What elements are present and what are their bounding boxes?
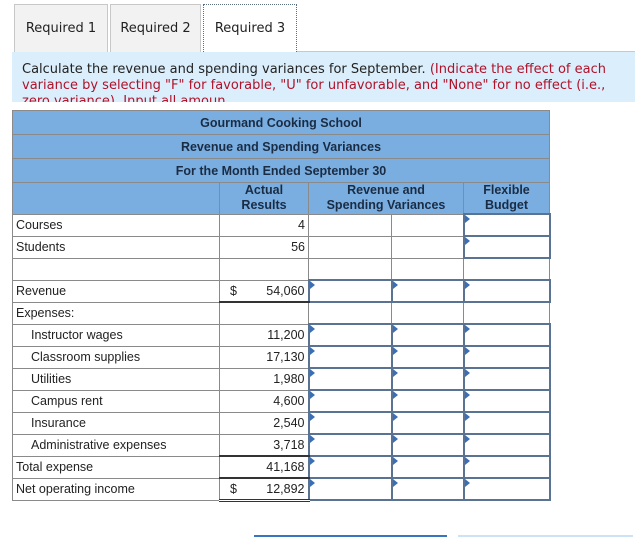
company-name: Gourmand Cooking School — [12, 110, 550, 135]
row-utilities: Utilities 1,980 — [12, 367, 551, 391]
net-operating-income-variance-effect-select[interactable] — [390, 477, 465, 501]
tab-required-2[interactable]: Required 2 — [110, 4, 201, 52]
variance-blank — [308, 235, 392, 259]
row-label: Net operating income — [12, 477, 220, 501]
actual-value: $12,892 — [219, 477, 309, 502]
row-students: Students 56 — [12, 235, 551, 259]
row-courses: Courses 4 — [12, 213, 551, 237]
label-column-header — [12, 182, 220, 215]
tab-required-3[interactable]: Required 3 — [203, 4, 297, 52]
variance-blank — [391, 235, 464, 259]
net-operating-income-variance-amount-input[interactable] — [307, 477, 393, 501]
administrative-expenses-budget-input[interactable] — [462, 433, 551, 457]
actual-value: 4 — [219, 213, 309, 237]
administrative-expenses-variance-amount-input[interactable] — [307, 433, 393, 457]
actual-value: 4,600 — [219, 389, 309, 413]
row-instructor-wages: Instructor wages 11,200 — [12, 323, 551, 347]
dollar-sign: $ — [230, 481, 237, 496]
instructions-panel: Calculate the revenue and spending varia… — [12, 52, 635, 102]
row-net-operating-income: Net operating income $12,892 — [12, 477, 551, 502]
utilities-budget-input[interactable] — [462, 367, 551, 391]
net-operating-income-budget-input[interactable] — [462, 477, 551, 501]
courses-budget-input[interactable] — [462, 213, 551, 237]
row-label: Students — [12, 235, 220, 259]
row-label: Campus rent — [12, 389, 220, 413]
variance-worksheet: Gourmand Cooking School Revenue and Spen… — [12, 110, 551, 502]
flexible-budget-header: Flexible Budget — [463, 182, 550, 215]
campus-rent-budget-input[interactable] — [462, 389, 551, 413]
variances-header: Revenue and Spending Variances — [308, 182, 464, 215]
utilities-variance-effect-select[interactable] — [390, 367, 465, 391]
classroom-supplies-budget-input[interactable] — [462, 345, 551, 369]
insurance-budget-input[interactable] — [462, 411, 551, 435]
campus-rent-variance-amount-input[interactable] — [307, 389, 393, 413]
row-label: Insurance — [12, 411, 220, 435]
total-expense-budget-input[interactable] — [462, 455, 551, 479]
total-expense-variance-effect-select[interactable] — [390, 455, 465, 479]
tab-bar: Required 1 Required 2 Required 3 — [14, 4, 299, 52]
total-expense-variance-amount-input[interactable] — [307, 455, 393, 479]
actual-value: 2,540 — [219, 411, 309, 435]
tab-required-1[interactable]: Required 1 — [14, 4, 108, 52]
insurance-variance-amount-input[interactable] — [307, 411, 393, 435]
actual-value: 1,980 — [219, 367, 309, 391]
actual-value: 3,718 — [219, 433, 309, 457]
campus-rent-variance-effect-select[interactable] — [390, 389, 465, 413]
row-label: Classroom supplies — [12, 345, 220, 369]
report-period: For the Month Ended September 30 — [12, 158, 550, 183]
row-label: Courses — [12, 213, 220, 237]
row-label: Utilities — [12, 367, 220, 391]
utilities-variance-amount-input[interactable] — [307, 367, 393, 391]
instructor-wages-variance-amount-input[interactable] — [307, 323, 393, 347]
row-expenses-heading: Expenses: — [12, 301, 550, 325]
classroom-supplies-variance-effect-select[interactable] — [390, 345, 465, 369]
variance-blank — [391, 213, 464, 237]
actual-value: 11,200 — [219, 323, 309, 347]
actual-value: $54,060 — [219, 279, 309, 303]
row-label: Expenses: — [12, 301, 220, 325]
instructions-text: Calculate the revenue and spending varia… — [22, 62, 426, 77]
row-label: Total expense — [12, 455, 220, 479]
instructor-wages-variance-effect-select[interactable] — [390, 323, 465, 347]
actual-value: 17,130 — [219, 345, 309, 369]
insurance-variance-effect-select[interactable] — [390, 411, 465, 435]
variance-blank — [308, 213, 392, 237]
report-title: Revenue and Spending Variances — [12, 134, 550, 159]
actual-value: 41,168 — [219, 455, 309, 479]
students-budget-input[interactable] — [462, 235, 551, 259]
revenue-variance-amount-input[interactable] — [307, 279, 393, 303]
row-campus-rent: Campus rent 4,600 — [12, 389, 551, 413]
row-total-expense: Total expense 41,168 — [12, 455, 551, 479]
row-label: Revenue — [12, 279, 220, 303]
dollar-sign: $ — [230, 283, 237, 298]
revenue-variance-effect-select[interactable] — [390, 279, 465, 303]
row-insurance: Insurance 2,540 — [12, 411, 551, 435]
administrative-expenses-variance-effect-select[interactable] — [390, 433, 465, 457]
row-administrative-expenses: Administrative expenses 3,718 — [12, 433, 551, 457]
row-revenue: Revenue $54,060 — [12, 279, 551, 303]
row-label: Instructor wages — [12, 323, 220, 347]
row-label: Administrative expenses — [12, 433, 220, 457]
actual-results-header: Actual Results — [219, 182, 309, 215]
row-spacer — [12, 257, 550, 281]
revenue-budget-input[interactable] — [462, 279, 551, 303]
instructor-wages-budget-input[interactable] — [462, 323, 551, 347]
row-classroom-supplies: Classroom supplies 17,130 — [12, 345, 551, 369]
actual-value: 56 — [219, 235, 309, 259]
classroom-supplies-variance-amount-input[interactable] — [307, 345, 393, 369]
